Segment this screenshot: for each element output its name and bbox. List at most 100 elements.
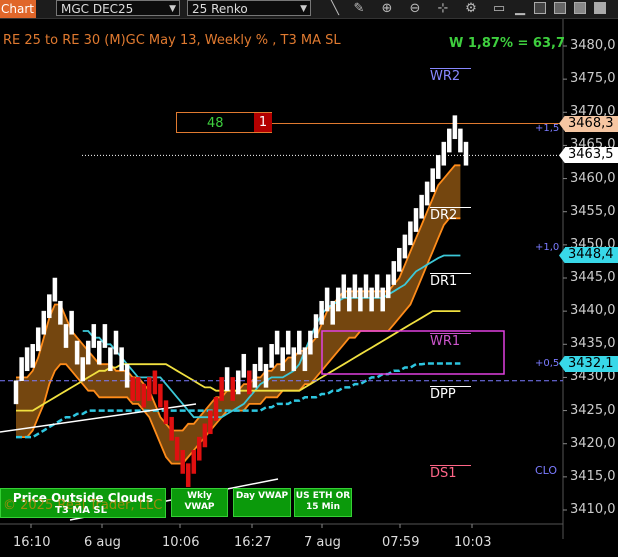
renko-brick xyxy=(274,330,280,355)
x-tick-label: 10:06 xyxy=(162,535,200,550)
renko-brick xyxy=(269,344,274,368)
pivot-label-dpp: DPP xyxy=(430,386,456,402)
renko-brick xyxy=(374,274,380,299)
renko-brick xyxy=(80,357,85,381)
renko-brick xyxy=(41,310,47,335)
instrument-select[interactable]: MGC DEC25 ▼ xyxy=(56,0,180,16)
renko-brick xyxy=(130,377,135,401)
y-tick-label: 3440,0 xyxy=(570,303,616,319)
renko-brick xyxy=(47,294,52,319)
renko-brick xyxy=(352,274,358,299)
us-eth-or-button[interactable]: US ETH OR 15 Min xyxy=(294,488,352,517)
y-tick-label: 3420,0 xyxy=(570,435,616,451)
window-button-2[interactable] xyxy=(554,2,566,14)
renko-brick xyxy=(174,436,180,461)
renko-brick xyxy=(458,128,463,153)
y-tick-label: 3460,0 xyxy=(570,170,616,186)
renko-brick xyxy=(347,287,352,312)
cursor-icon[interactable]: ╲ xyxy=(327,0,343,17)
weekly-vwap-button[interactable]: Wkly VWAP xyxy=(171,488,228,517)
tab-chart[interactable]: Chart xyxy=(0,0,36,18)
renko-brick xyxy=(441,141,447,166)
pivot-label-dr2: DR2 xyxy=(430,207,458,223)
renko-brick xyxy=(191,450,197,474)
renko-brick xyxy=(169,416,174,441)
renko-brick xyxy=(430,168,435,193)
y-tick-label: 3410,0 xyxy=(570,502,616,517)
y-tick-label: 3430,0 xyxy=(570,369,616,385)
renko-brick xyxy=(113,330,119,355)
x-tick-label: 10:03 xyxy=(454,535,492,550)
renko-brick xyxy=(208,410,213,435)
renko-brick xyxy=(230,377,235,401)
toolbar: Chart MGC DEC25 ▼ 25 Renko ▼ ╲ ✎ ⊕ ⊖ ⊹ ⚙… xyxy=(0,0,618,19)
counter-value: 48 xyxy=(207,116,224,131)
price-tag: 3432,1 xyxy=(565,355,618,372)
renko-brick xyxy=(263,363,269,388)
renko-brick xyxy=(413,208,419,232)
t3-ma-sl-label: T3 MA SL xyxy=(55,505,108,516)
day-vwap-button[interactable]: Day VWAP xyxy=(233,488,291,517)
y-tick-label: 3425,0 xyxy=(570,402,616,418)
zoom-in-icon[interactable]: ⊕ xyxy=(379,0,395,17)
x-tick-label: 6 aug xyxy=(84,535,121,550)
renko-brick xyxy=(397,247,402,272)
renko-brick xyxy=(447,128,452,153)
x-tick-label: 16:10 xyxy=(13,535,51,550)
level-marker: +0,5 xyxy=(535,358,560,370)
renko-brick xyxy=(380,287,385,312)
renko-brick xyxy=(185,463,191,488)
renko-brick xyxy=(158,383,163,408)
renko-brick xyxy=(341,274,347,299)
window-button-1[interactable] xyxy=(534,2,546,14)
window-button-3[interactable] xyxy=(574,2,586,14)
renko-brick xyxy=(102,324,108,348)
renko-brick xyxy=(124,363,130,388)
pencil-icon[interactable]: ✎ xyxy=(351,0,367,17)
crosshair-icon[interactable]: ⊹ xyxy=(435,0,451,17)
minimize-icon[interactable]: ▁ xyxy=(512,0,528,17)
bar-type-value: 25 Renko xyxy=(192,2,248,16)
renko-brick xyxy=(369,287,374,312)
renko-brick xyxy=(147,377,152,401)
gear-icon[interactable]: ⚙ xyxy=(463,0,479,17)
level-marker: CLO xyxy=(535,464,558,478)
renko-brick xyxy=(302,347,308,372)
level-marker: +1,5 xyxy=(535,122,560,134)
renko-brick xyxy=(108,347,113,372)
window-button-4[interactable] xyxy=(594,2,606,14)
renko-brick xyxy=(297,330,302,355)
window-icon[interactable]: ▭ xyxy=(491,0,507,17)
renko-brick xyxy=(324,287,330,312)
bar-type-select[interactable]: 25 Renko ▼ xyxy=(187,0,311,16)
renko-brick xyxy=(291,347,297,372)
renko-brick xyxy=(252,363,258,388)
renko-brick xyxy=(424,181,430,206)
renko-brick xyxy=(391,261,397,285)
renko-brick xyxy=(319,300,324,325)
renko-brick xyxy=(452,115,458,140)
renko-brick xyxy=(419,194,424,219)
price-tag: 3448,4 xyxy=(565,247,618,264)
chart-area[interactable] xyxy=(0,19,618,557)
renko-brick xyxy=(330,300,335,325)
renko-brick xyxy=(58,300,63,325)
renko-brick xyxy=(30,344,35,368)
renko-brick xyxy=(163,400,169,425)
weekly-ratio-label: W 1,87% = 63,7 xyxy=(449,36,565,51)
counter-red-value: 1 xyxy=(254,113,272,132)
renko-brick xyxy=(335,287,341,312)
y-tick-label: 3415,0 xyxy=(570,468,616,484)
renko-brick xyxy=(202,423,208,448)
x-tick-label: 7 aug xyxy=(304,535,341,550)
renko-brick xyxy=(52,277,58,302)
series-line-2 xyxy=(16,217,461,465)
renko-brick xyxy=(285,330,291,355)
renko-brick xyxy=(152,370,158,395)
renko-brick xyxy=(280,347,285,372)
price-tag: 3463,5 xyxy=(565,147,618,164)
zoom-out-icon[interactable]: ⊖ xyxy=(407,0,423,17)
renko-brick xyxy=(91,324,97,348)
y-tick-label: 3475,0 xyxy=(570,71,616,87)
renko-brick xyxy=(258,347,263,372)
